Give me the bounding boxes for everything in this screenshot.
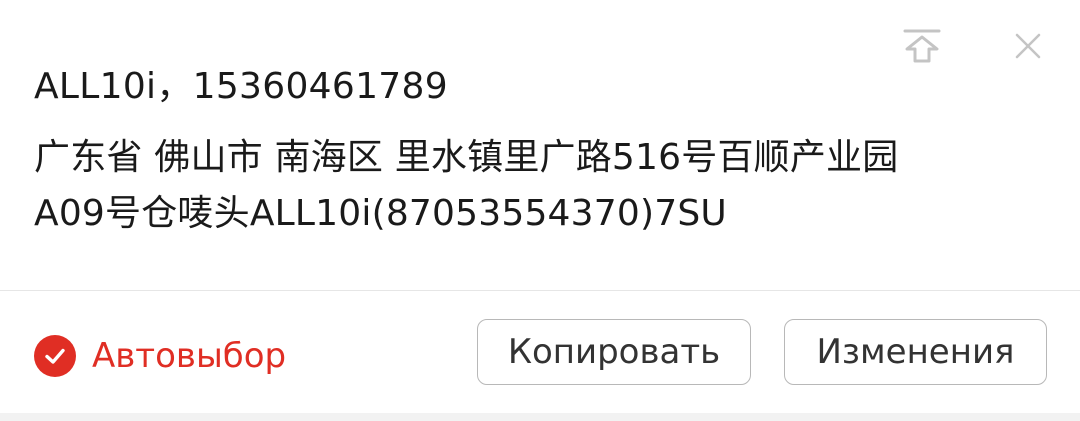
address-line-1: 广东省 佛山市 南海区 里水镇里广路516号百顺产业园 xyxy=(34,137,899,178)
bottom-separator xyxy=(0,413,1080,421)
pin-to-top-icon xyxy=(903,29,941,63)
address-card: ALL10i，15360461789 广东省 佛山市 南海区 里水镇里广路516… xyxy=(0,0,1080,421)
recipient-line: ALL10i，15360461789 xyxy=(34,66,448,107)
checkmark-icon xyxy=(34,335,76,377)
close-button[interactable] xyxy=(1006,24,1050,68)
address-text: 广东省 佛山市 南海区 里水镇里广路516号百顺产业园 A09号仓唛头ALL10… xyxy=(34,130,1000,242)
auto-select-label: Автовыбор xyxy=(92,336,287,376)
auto-select-toggle[interactable]: Автовыбор xyxy=(34,335,286,377)
action-bar: Автовыбор Копировать Изменения xyxy=(0,291,1080,413)
close-icon xyxy=(1015,33,1041,59)
address-details[interactable]: ALL10i，15360461789 广东省 佛山市 南海区 里水镇里广路516… xyxy=(34,62,1000,242)
edit-button[interactable]: Изменения xyxy=(784,319,1047,385)
address-line-2: A09号仓唛头ALL10i(87053554370)7SU xyxy=(34,193,727,234)
copy-button[interactable]: Копировать xyxy=(477,319,751,385)
